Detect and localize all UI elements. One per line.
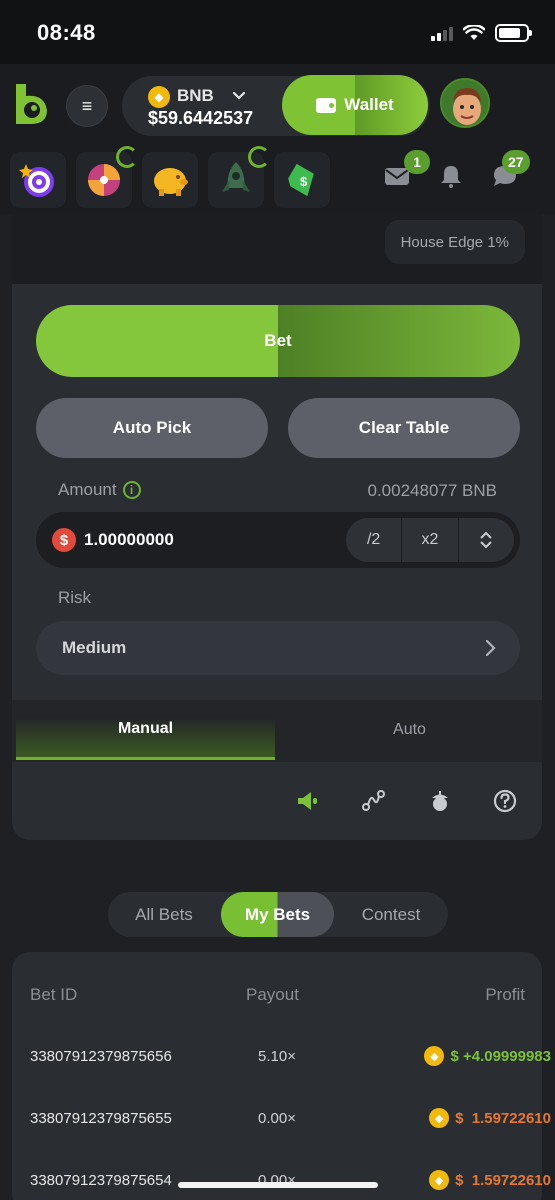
tab-my-bets[interactable]: My Bets [221, 892, 334, 937]
bell-icon[interactable] [438, 164, 464, 188]
amount-conversion: 0.00248077 BNB [367, 481, 498, 500]
risk-label: Risk [58, 588, 92, 607]
column-header-payout: Payout [246, 985, 299, 1004]
balance-amount: $59.6442537 [148, 108, 254, 128]
wallet-icon [316, 97, 337, 113]
rocket-tile[interactable] [208, 146, 270, 208]
promo-tag-tile[interactable]: $ [274, 152, 330, 208]
bet-button[interactable]: Bet [36, 305, 520, 377]
refresh-icon [116, 146, 138, 168]
bet-id[interactable]: 33807912379875655 [30, 1110, 172, 1127]
amount-stepper: /2 x2 [346, 518, 514, 562]
double-button[interactable]: x2 [402, 518, 459, 562]
currency-label: BNB [177, 86, 214, 105]
refresh-icon [248, 146, 270, 168]
bet-profit-value: $ 1.59722610 [455, 1171, 551, 1189]
tab-contest[interactable]: Contest [340, 892, 442, 937]
bc-logo-icon[interactable] [14, 82, 50, 126]
sound-icon[interactable] [295, 788, 321, 814]
mail-count-badge: 1 [404, 150, 430, 174]
wheel-icon [88, 164, 120, 196]
tab-manual[interactable]: Manual [16, 700, 275, 760]
fairness-chart-icon[interactable] [361, 788, 387, 814]
amount-label-text: Amount [58, 480, 117, 499]
cellular-signal-icon [431, 25, 453, 41]
price-tag-icon: $ [288, 163, 314, 197]
bnb-coin-icon: ◆ [424, 1046, 445, 1066]
bet-id[interactable]: 33807912379875654 [30, 1172, 172, 1189]
bet-payout: 5.10× [258, 1048, 296, 1065]
amount-input[interactable]: $ 1.00000000 /2 x2 [36, 512, 520, 568]
bet-id[interactable]: 33807912379875656 [30, 1048, 172, 1065]
chevron-down-icon [232, 91, 246, 100]
help-icon[interactable] [492, 788, 518, 814]
chevron-down-icon[interactable] [479, 540, 493, 550]
increment-decrement-control[interactable] [459, 518, 514, 562]
bnb-coin-icon: ◆ [148, 86, 170, 108]
chat-count-badge: 27 [502, 150, 530, 174]
risk-value: Medium [62, 638, 127, 657]
bnb-coin-icon: ◆ [429, 1108, 450, 1128]
wifi-icon [463, 25, 485, 40]
bnb-coin-icon: ◆ [429, 1170, 450, 1190]
lucky-spin-tile[interactable] [76, 146, 138, 208]
bet-profit-value: $ +4.09999983 [450, 1047, 551, 1065]
quest-tile[interactable] [10, 152, 66, 208]
piggy-bank-tile[interactable] [142, 152, 198, 208]
bet-payout: 0.00× [258, 1110, 296, 1127]
wallet-button[interactable]: Wallet [282, 75, 428, 135]
column-header-bet-id: Bet ID [30, 985, 78, 1004]
status-time: 08:48 [37, 20, 96, 45]
chevron-up-icon[interactable] [479, 530, 493, 540]
svg-text:$: $ [300, 174, 308, 189]
wallet-label: Wallet [344, 95, 394, 114]
column-header-profit: Profit [485, 985, 525, 1004]
house-edge-badge: House Edge 1% [384, 220, 525, 264]
status-icons [431, 24, 532, 42]
half-button[interactable]: /2 [346, 518, 403, 562]
menu-button[interactable]: ≡ [66, 85, 108, 127]
bet-profit-value: $ 1.59722610 [455, 1109, 551, 1127]
piggy-bank-icon [154, 168, 188, 196]
amount-label: Amount i [58, 480, 141, 500]
promo-icon-row: $ 1 27 [0, 146, 555, 214]
target-icon [19, 164, 54, 197]
avatar[interactable] [440, 78, 490, 128]
bet-profit: ◆ $ +4.09999983 [424, 1046, 551, 1066]
tab-auto[interactable]: Auto [280, 700, 539, 760]
home-indicator[interactable] [178, 1182, 378, 1188]
dollar-icon: $ [52, 528, 76, 552]
bet-profit: ◆ $ 1.59722610 [429, 1108, 551, 1128]
chevron-right-icon [485, 639, 496, 657]
rocket-icon [222, 162, 250, 192]
clear-table-button[interactable]: Clear Table [288, 398, 520, 458]
battery-icon [495, 24, 532, 42]
status-bar: 08:48 [0, 0, 555, 64]
menu-icon: ≡ [81, 95, 93, 116]
tab-all-bets[interactable]: All Bets [116, 892, 212, 937]
info-icon[interactable]: i [122, 481, 141, 499]
hotkeys-icon[interactable] [427, 788, 453, 814]
risk-select[interactable]: Medium [36, 621, 520, 675]
bet-profit: ◆ $ 1.59722610 [429, 1170, 551, 1190]
auto-pick-button[interactable]: Auto Pick [36, 398, 268, 458]
amount-value[interactable]: 1.00000000 [84, 530, 174, 550]
